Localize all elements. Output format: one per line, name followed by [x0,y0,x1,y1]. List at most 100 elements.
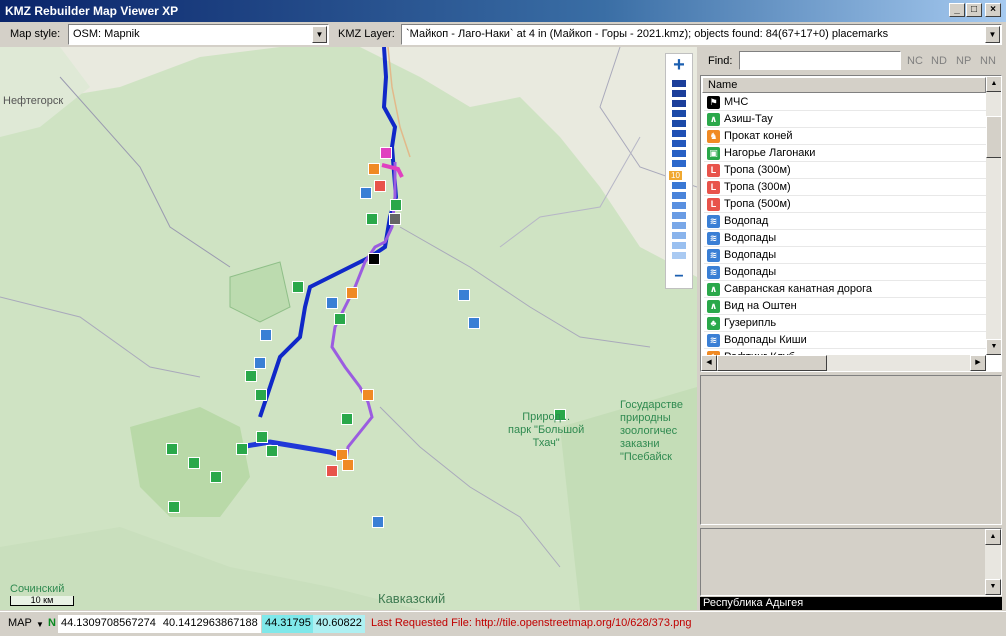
map-marker[interactable] [326,297,338,309]
map-marker[interactable] [334,313,346,325]
find-nc-button[interactable]: NC [907,55,923,67]
scroll-thumb[interactable] [986,116,1001,158]
map-marker[interactable] [292,281,304,293]
map-marker[interactable] [254,357,266,369]
list-item[interactable]: ♣ Гузерипль [704,315,986,332]
map-marker[interactable] [166,443,178,455]
minimize-button[interactable]: _ [949,3,965,17]
map-marker[interactable] [245,370,257,382]
zoom-level-bar[interactable] [672,80,686,87]
map-marker[interactable] [458,289,470,301]
chevron-down-icon[interactable]: ▼ [312,26,327,43]
scroll-down-button[interactable]: ▼ [986,339,1001,355]
zoom-level-bar[interactable] [672,130,686,137]
map-marker[interactable] [366,213,378,225]
map-marker[interactable] [362,389,374,401]
map-marker[interactable] [168,501,180,513]
map-marker[interactable] [326,465,338,477]
map-marker[interactable] [256,431,268,443]
map-marker[interactable] [389,213,401,225]
map-style-select[interactable]: OSM: Mapnik ▼ [68,24,329,45]
map-marker[interactable] [346,287,358,299]
zoom-level-bar[interactable] [672,140,686,147]
map-marker[interactable] [372,516,384,528]
map-canvas[interactable] [0,47,697,610]
scroll-up-button[interactable]: ▲ [985,529,1001,545]
find-np-button[interactable]: NP [956,55,971,67]
list-item[interactable]: ≋ Водопад [704,213,986,230]
kmz-layer-label: KMZ Layer: [338,28,395,40]
scroll-thumb[interactable] [717,355,827,371]
close-button[interactable]: × [985,3,1001,17]
mode-selector[interactable]: MAP [8,617,32,629]
column-header-name[interactable]: Name [702,77,986,93]
find-nn-button[interactable]: NN [980,55,996,67]
map-label-neftegorsk: Нефтегорск [3,95,64,107]
map-marker[interactable] [266,445,278,457]
map-marker[interactable] [236,443,248,455]
scroll-up-button[interactable]: ▲ [986,76,1001,92]
zoom-level-bar[interactable] [672,242,686,249]
zoom-level-bar[interactable] [672,222,686,229]
list-item[interactable]: L Тропа (500м) [704,196,986,213]
zoom-control[interactable]: + 10 − [665,53,693,289]
vertical-scrollbar[interactable]: ▲ ▼ [985,529,1001,595]
zoom-level-bar[interactable] [672,120,686,127]
list-item[interactable]: L Тропа (300м) [704,162,986,179]
caret-down-icon[interactable]: ▼ [36,620,44,629]
list-item[interactable]: ▣ Нагорье Лагонаки [704,145,986,162]
map-marker[interactable] [188,457,200,469]
map-marker[interactable] [380,147,392,159]
vertical-scrollbar[interactable]: ▲ ▼ [986,76,1001,355]
zoom-out-button[interactable]: − [669,268,689,286]
zoom-level-bar[interactable] [672,100,686,107]
map-marker[interactable] [255,389,267,401]
zoom-level-bar[interactable] [672,232,686,239]
map-marker[interactable] [374,180,386,192]
list-item[interactable]: ≋ Водопады [704,247,986,264]
zoom-level-bar[interactable] [672,182,686,189]
kmz-layer-select[interactable]: `Майкоп - Лаго-Наки` at 4 in (Майкоп - Г… [401,24,1002,45]
zoom-in-button[interactable]: + [669,54,689,77]
map-marker[interactable] [368,253,380,265]
map-marker[interactable] [210,471,222,483]
placemark-list[interactable]: Name ⚑ МЧС ∧ Азиш-Тау ♞ Прокат коней ▣ Нагорье … [700,75,1002,372]
list-item[interactable]: ♞ Прокат коней [704,128,986,145]
zoom-level-bar[interactable] [672,212,686,219]
list-item[interactable]: ⚑ МЧС [704,94,986,111]
zoom-level-bar[interactable] [672,252,686,259]
map-marker[interactable] [341,413,353,425]
cave-icon: ∧ [707,300,720,313]
horizontal-scrollbar[interactable]: ◀ ▶ [701,355,986,371]
maximize-button[interactable]: □ [966,3,982,17]
map-marker[interactable] [342,459,354,471]
list-item[interactable]: ∧ Савранская канатная дорога [704,281,986,298]
list-item[interactable]: ≋ Водопады Киши [704,332,986,349]
map-marker[interactable] [260,329,272,341]
find-input[interactable] [739,51,901,70]
scroll-down-button[interactable]: ▼ [985,579,1001,595]
find-nd-button[interactable]: ND [931,55,947,67]
zoom-level-bar[interactable] [672,202,686,209]
zoom-level-bar[interactable] [672,160,686,167]
chevron-down-icon[interactable]: ▼ [985,26,1000,43]
scroll-right-button[interactable]: ▶ [970,355,986,371]
scroll-left-button[interactable]: ◀ [701,355,717,371]
map-marker[interactable] [360,187,372,199]
waterfall-icon: ≋ [707,266,720,279]
map-marker[interactable] [468,317,480,329]
list-item[interactable]: ≋ Водопады [704,264,986,281]
toolbar: Map style: OSM: Mapnik ▼ KMZ Layer: `Май… [0,22,1006,47]
zoom-level-bar[interactable] [672,150,686,157]
list-item[interactable]: ∧ Азиш-Тау [704,111,986,128]
list-item[interactable]: ∧ Вид на Оштен [704,298,986,315]
list-item[interactable]: ≋ Водопады [704,230,986,247]
map-view[interactable]: Нефтегорск Сочинский Кавказский Природ..… [0,47,697,610]
map-marker[interactable] [368,163,380,175]
list-item[interactable]: L Тропа (300м) [704,179,986,196]
zoom-level-bar[interactable] [672,110,686,117]
map-marker[interactable] [390,199,402,211]
zoom-level-bar[interactable] [672,192,686,199]
list-item-label: Водопады [724,232,777,244]
zoom-level-bar[interactable] [672,90,686,97]
